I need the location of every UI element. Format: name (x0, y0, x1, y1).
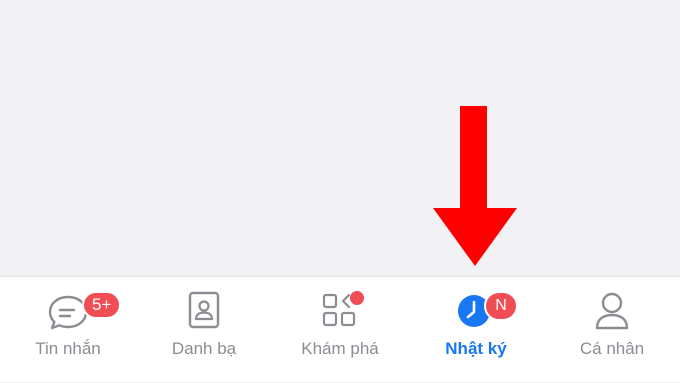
tab-profile-label: Cá nhân (579, 339, 645, 358)
person-icon (590, 289, 634, 333)
tab-profile[interactable]: Cá nhân (544, 277, 680, 383)
tab-messages-label: Tin nhắn (35, 339, 101, 358)
red-arrow-annotation (433, 106, 517, 266)
tab-contacts[interactable]: Danh bạ (136, 277, 272, 383)
tab-discover-label: Khám phá (301, 339, 379, 358)
content-area (0, 0, 680, 276)
chat-bubble-icon: 5+ (46, 289, 122, 333)
tab-contacts-label: Danh bạ (171, 339, 237, 358)
clock-icon: N (454, 289, 518, 333)
contact-card-icon (182, 289, 226, 333)
grid-apps-icon (318, 289, 364, 333)
tab-discover[interactable]: Khám phá (272, 277, 408, 383)
unread-count-badge: 5+ (82, 291, 122, 319)
bottom-tab-bar: 5+ Tin nhắn Danh bạ Khám phá N Nhật ký C… (0, 276, 680, 382)
tab-diary-label: Nhật ký (445, 339, 507, 358)
notification-dot (350, 291, 364, 305)
tab-messages[interactable]: 5+ Tin nhắn (0, 277, 136, 383)
tab-diary[interactable]: N Nhật ký (408, 277, 544, 383)
diary-update-badge: N (484, 291, 518, 321)
